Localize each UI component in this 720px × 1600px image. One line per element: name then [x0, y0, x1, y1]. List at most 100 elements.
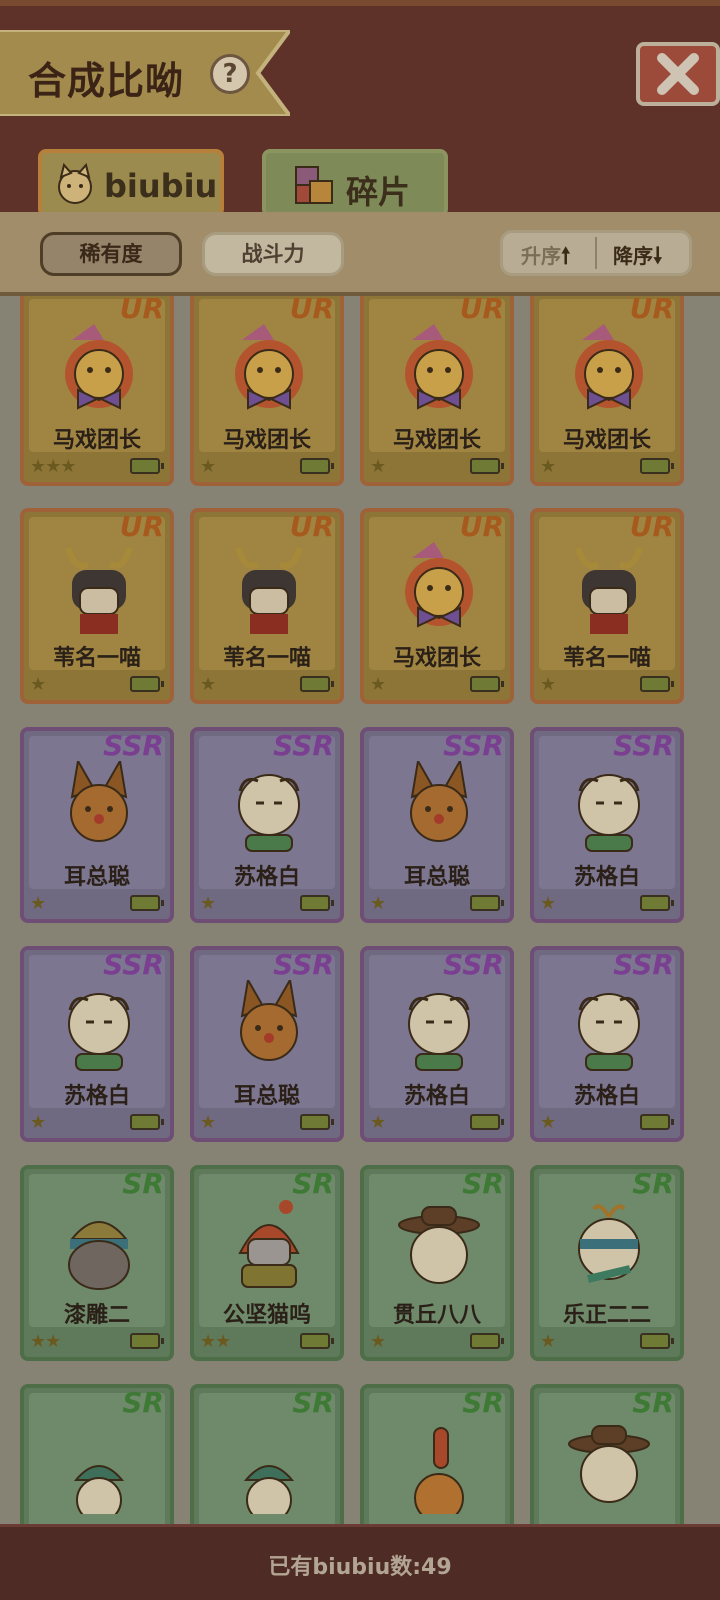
footer-bar: 已有biubiu数:49 [0, 1524, 720, 1600]
character-portrait [394, 1199, 484, 1295]
character-card[interactable]: UR 马戏团长 ★★★ [20, 296, 174, 486]
character-card[interactable]: SSR 苏格白 ★ [530, 946, 684, 1142]
sort-power-button[interactable]: 战斗力 [202, 232, 344, 276]
battery-icon [130, 1333, 164, 1349]
character-name: 苇名一喵 [562, 646, 651, 671]
character-card[interactable]: SR [190, 1384, 344, 1524]
sort-bar: 稀有度 战斗力 升序🠕 降序🠗 [0, 212, 720, 296]
character-name: 苏格白 [573, 865, 640, 890]
battery-icon [640, 895, 674, 911]
arrow-up-icon: 🠕 [561, 244, 571, 269]
character-name: 苇名一喵 [52, 646, 141, 671]
character-card[interactable]: SR 公坚猫呜 ★★ [190, 1165, 344, 1361]
character-card[interactable]: SSR 苏格白 ★ [530, 727, 684, 923]
star-rating: ★ [200, 674, 216, 695]
character-portrait [54, 758, 144, 857]
character-card[interactable]: UR 苇名一喵 ★ [190, 508, 344, 704]
star-rating: ★ [540, 1112, 556, 1133]
star-rating: ★ [540, 893, 556, 914]
character-card[interactable]: SSR 苏格白 ★ [360, 946, 514, 1142]
character-card[interactable]: UR 马戏团长 ★ [360, 508, 514, 704]
star-rating: ★ [30, 1112, 46, 1133]
character-portrait [394, 980, 484, 1076]
character-portrait [224, 1418, 314, 1523]
rarity-badge: SSR [103, 948, 164, 981]
cat-icon [58, 162, 92, 204]
character-card[interactable]: SR 漆雕二 ★★ [20, 1165, 174, 1361]
rarity-badge: UR [629, 510, 674, 543]
character-name: 漆雕二 [63, 1303, 130, 1328]
character-card[interactable]: SR 贯丘八八 ★ [360, 1165, 514, 1361]
character-portrait [394, 542, 484, 638]
character-card[interactable]: SSR 苏格白 ★ [20, 946, 174, 1142]
tab-fragments[interactable]: 碎片 [262, 149, 448, 217]
star-rating: ★ [200, 1112, 216, 1133]
battery-icon [470, 895, 504, 911]
character-name: 耳总聪 [233, 1084, 300, 1109]
arrow-down-icon: 🠗 [653, 244, 663, 269]
battery-icon [300, 895, 334, 911]
descending-button[interactable]: 降序🠗 [613, 239, 662, 277]
star-rating: ★ [30, 893, 46, 914]
rarity-badge: SR [632, 1167, 674, 1200]
character-card[interactable]: SR [530, 1384, 684, 1524]
help-button[interactable]: ? [210, 54, 250, 94]
close-button[interactable] [636, 42, 720, 106]
star-rating: ★ [200, 893, 216, 914]
character-card[interactable]: SSR 耳总聪 ★ [20, 727, 174, 923]
star-rating: ★ [370, 893, 386, 914]
character-card[interactable]: SSR 耳总聪 ★ [190, 946, 344, 1142]
star-rating: ★ [540, 674, 556, 695]
character-portrait [54, 1199, 144, 1295]
tab-biubiu[interactable]: biubiu [38, 149, 224, 217]
header-bar: 合成比呦 ? biubiu 碎片 [0, 0, 720, 217]
battery-icon [470, 676, 504, 692]
character-card[interactable]: SR [360, 1384, 514, 1524]
character-card[interactable]: UR 马戏团长 ★ [190, 296, 344, 486]
character-name: 苏格白 [403, 1084, 470, 1109]
rarity-badge: SSR [443, 729, 504, 762]
rarity-badge: UR [629, 296, 674, 325]
page-title: 合成比呦 [28, 59, 185, 103]
character-name: 马戏团长 [392, 646, 481, 671]
character-portrait [564, 980, 654, 1076]
rarity-badge: SSR [613, 948, 674, 981]
battery-icon [470, 1333, 504, 1349]
star-rating: ★★★ [30, 456, 76, 477]
star-rating: ★ [540, 456, 556, 477]
character-card[interactable]: SR [20, 1384, 174, 1524]
character-name: 耳总聪 [63, 865, 130, 890]
star-rating: ★ [370, 1112, 386, 1133]
battery-icon [300, 458, 334, 474]
rarity-badge: SR [122, 1386, 164, 1419]
character-card[interactable]: UR 苇名一喵 ★ [20, 508, 174, 704]
battery-icon [130, 1114, 164, 1130]
battery-icon [130, 676, 164, 692]
character-portrait [564, 761, 654, 857]
sort-rarity-button[interactable]: 稀有度 [40, 232, 182, 276]
star-rating: ★★ [30, 1331, 61, 1352]
character-card[interactable]: SSR 苏格白 ★ [190, 727, 344, 923]
character-card[interactable]: SR 乐正二二 ★ [530, 1165, 684, 1361]
rarity-badge: UR [459, 510, 504, 543]
character-name: 公坚猫呜 [222, 1303, 311, 1328]
star-rating: ★★ [200, 1331, 231, 1352]
card-grid[interactable]: UR 马戏团长 ★★★ UR 马戏团长 ★ UR 马戏团长 ★ UR 马戏团长 ★ UR 苇名一喵 ★ UR 苇… [0, 296, 720, 1524]
character-card[interactable]: UR 马戏团长 ★ [530, 296, 684, 486]
rarity-badge: SSR [443, 948, 504, 981]
character-card[interactable]: UR 苇名一喵 ★ [530, 508, 684, 704]
star-rating: ★ [370, 674, 386, 695]
character-name: 苏格白 [233, 865, 300, 890]
order-divider [595, 237, 597, 269]
rarity-badge: UR [289, 510, 334, 543]
star-rating: ★ [370, 456, 386, 477]
star-rating: ★ [370, 1331, 386, 1352]
rarity-badge: UR [119, 296, 164, 325]
character-portrait [54, 542, 144, 638]
close-icon [657, 53, 699, 95]
character-card[interactable]: SSR 耳总聪 ★ [360, 727, 514, 923]
character-portrait [54, 324, 144, 420]
character-card[interactable]: UR 马戏团长 ★ [360, 296, 514, 486]
battery-icon [640, 676, 674, 692]
ascending-button[interactable]: 升序🠕 [521, 239, 570, 277]
